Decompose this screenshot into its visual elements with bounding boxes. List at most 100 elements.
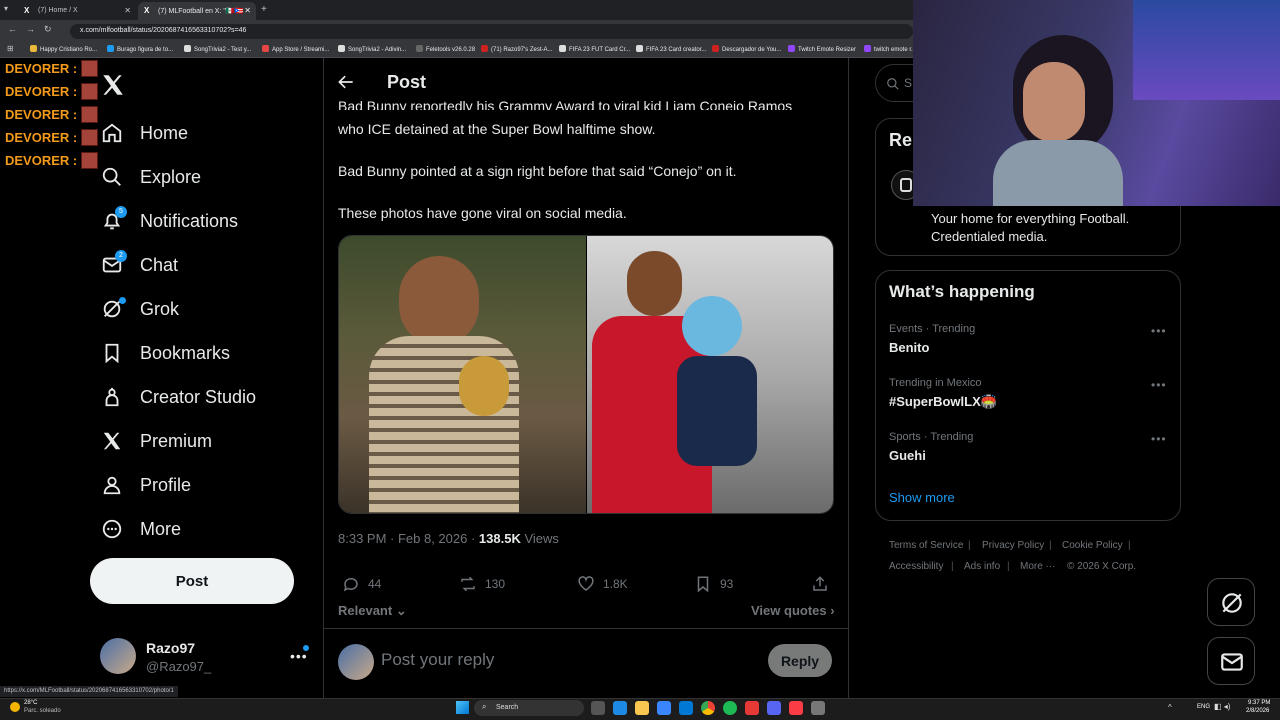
sidebar-item-notifications[interactable]: 5 Notifications xyxy=(100,203,238,239)
bookmark-item[interactable]: Descargador de You... xyxy=(712,45,781,53)
sidebar-item-more[interactable]: More xyxy=(100,511,181,547)
trend-name[interactable]: #SuperBowlLX🏟️ xyxy=(889,394,997,410)
back-icon[interactable]: ← xyxy=(8,24,17,34)
footer-link[interactable]: Cookie Policy xyxy=(1062,540,1123,551)
task-view-icon[interactable] xyxy=(591,701,605,715)
file-explorer-icon[interactable] xyxy=(635,701,649,715)
photo-man-and-child[interactable] xyxy=(587,236,833,513)
store-icon[interactable] xyxy=(657,701,671,715)
x-logo-icon[interactable] xyxy=(100,72,126,103)
sidebar-item-explore[interactable]: Explore xyxy=(100,159,201,195)
bookmark-item[interactable]: Feletools v26.0.28 xyxy=(416,45,475,53)
bookmark-item[interactable]: FIFA 23 Card creator... xyxy=(636,45,706,53)
mail-app-icon[interactable] xyxy=(679,701,693,715)
app-icon[interactable] xyxy=(811,701,825,715)
bookmark-item[interactable]: App Store / Streami... xyxy=(262,45,329,53)
trend-more-icon[interactable]: ••• xyxy=(1151,432,1167,446)
reply-sort-dropdown[interactable]: Relevant ⌄ xyxy=(338,603,407,619)
post-timestamp[interactable]: 8:33 PM · Feb 8, 2026 · 138.5K Views xyxy=(338,531,559,546)
avatar[interactable] xyxy=(100,638,136,674)
reply-button[interactable]: Reply xyxy=(768,644,832,677)
show-more-link[interactable]: Show more xyxy=(889,490,955,505)
sidebar-item-home[interactable]: Home xyxy=(100,115,188,151)
edge-icon[interactable] xyxy=(613,701,627,715)
bookmark-item[interactable]: twitch emote r... xyxy=(864,45,916,53)
music-icon[interactable] xyxy=(789,701,803,715)
reply-action[interactable]: 44 xyxy=(342,575,381,593)
weather-desc: Parc. soleado xyxy=(24,708,61,714)
bookmark-action[interactable]: 93 xyxy=(694,575,733,593)
post-media[interactable] xyxy=(338,235,834,514)
reload-icon[interactable]: ↻ xyxy=(44,24,52,35)
tab-home[interactable]: X (7) Home / X ✕ xyxy=(18,2,136,20)
bell-icon: 5 xyxy=(100,206,127,233)
heart-icon xyxy=(578,576,594,591)
trend-name[interactable]: Guehi xyxy=(889,448,926,463)
like-action[interactable]: 1.8K xyxy=(577,575,628,593)
view-quotes-link[interactable]: View quotes › xyxy=(751,603,835,618)
copyright: © 2026 X Corp. xyxy=(1067,561,1137,572)
post-text-line: who ICE detained at the Super Bowl halft… xyxy=(338,121,656,137)
sidebar-item-creator-studio[interactable]: Creator Studio xyxy=(100,379,256,415)
tray-chevron-icon[interactable]: ^ xyxy=(1168,703,1172,712)
chat-emote-icon xyxy=(81,152,99,169)
footer-link[interactable]: More ··· xyxy=(1020,561,1056,572)
discord-icon[interactable] xyxy=(767,701,781,715)
trend-more-icon[interactable]: ••• xyxy=(1151,324,1167,338)
forward-icon[interactable]: → xyxy=(26,24,35,34)
footer-link[interactable]: Terms of Service xyxy=(889,540,963,551)
bookmark-item[interactable]: SongTrivia2 - Adivin... xyxy=(338,45,406,53)
footer-link[interactable]: Privacy Policy xyxy=(982,540,1044,551)
sidebar-item-chat[interactable]: 2 Chat xyxy=(100,247,178,283)
trend-category: Trending in Mexico xyxy=(889,377,982,389)
obs-icon[interactable] xyxy=(745,701,759,715)
close-tab-icon[interactable]: ✕ xyxy=(244,6,251,15)
trend-name[interactable]: Benito xyxy=(889,340,929,355)
sidebar-item-profile[interactable]: Profile xyxy=(100,467,191,503)
bookmark-item[interactable]: Twitch Emote Resizer xyxy=(788,45,856,53)
close-tab-icon[interactable]: ✕ xyxy=(124,6,131,15)
footer-separator: | xyxy=(1128,540,1131,551)
chevron-down-icon: ⌄ xyxy=(392,603,407,618)
messages-floating-button[interactable] xyxy=(1207,637,1255,685)
sidebar-item-premium[interactable]: Premium xyxy=(100,423,212,459)
trend-more-icon[interactable]: ••• xyxy=(1151,378,1167,392)
new-tab-icon[interactable]: + xyxy=(261,4,267,15)
spotify-icon[interactable] xyxy=(723,701,737,715)
grok-floating-button[interactable] xyxy=(1207,578,1255,626)
webcam-background xyxy=(1133,0,1280,100)
share-action[interactable] xyxy=(811,575,837,593)
url-input[interactable]: x.com/mlfootball/status/2020687416563310… xyxy=(70,24,913,39)
tab-menu-icon[interactable]: ▾ xyxy=(4,4,8,13)
shield-icon xyxy=(900,178,912,192)
taskbar-search[interactable]: ⌕ Search xyxy=(474,700,584,716)
footer-link[interactable]: Ads info xyxy=(964,561,1000,572)
bookmark-item[interactable]: (71) Razo97's Zest-A... xyxy=(481,45,553,53)
chrome-icon[interactable] xyxy=(701,701,715,715)
language-indicator[interactable]: ENG xyxy=(1197,704,1210,710)
sidebar-item-grok[interactable]: Grok xyxy=(100,291,179,327)
bookmark-item[interactable]: Happy Cristiano Ro... xyxy=(30,45,97,53)
clock-time[interactable]: 9:37 PM xyxy=(1248,700,1270,706)
network-volume-icon[interactable]: ◧ ◂) xyxy=(1214,702,1244,712)
repost-action[interactable]: 130 xyxy=(459,575,505,593)
apps-icon[interactable]: ⊞ xyxy=(7,44,14,53)
bookmark-item[interactable]: SongTrivia2 - Test y... xyxy=(184,45,251,53)
bookmark-item[interactable]: FIFA 23 FUT Card Cr... xyxy=(559,45,630,53)
footer-link[interactable]: Accessibility xyxy=(889,561,943,572)
bookmark-item[interactable]: Burago figura de to... xyxy=(107,45,173,53)
photo-boy-with-grammy[interactable] xyxy=(339,236,586,513)
reply-input[interactable]: Post your reply xyxy=(381,650,494,670)
weather-temp[interactable]: 28°C xyxy=(24,700,37,706)
share-icon xyxy=(813,576,827,591)
webcam-overlay xyxy=(913,0,1280,206)
windows-start-icon[interactable] xyxy=(456,701,469,714)
post-button[interactable]: Post xyxy=(90,558,294,604)
person-icon xyxy=(100,473,124,497)
search-icon xyxy=(100,165,124,189)
tab-post[interactable]: X (7) MLFootball en X: "🇲🇽🇵🇷 ✕ xyxy=(138,2,256,20)
back-arrow-icon[interactable] xyxy=(336,72,356,92)
sidebar-item-bookmarks[interactable]: Bookmarks xyxy=(100,335,230,371)
photo-figure xyxy=(399,256,479,346)
chat-badge: 2 xyxy=(115,250,127,262)
